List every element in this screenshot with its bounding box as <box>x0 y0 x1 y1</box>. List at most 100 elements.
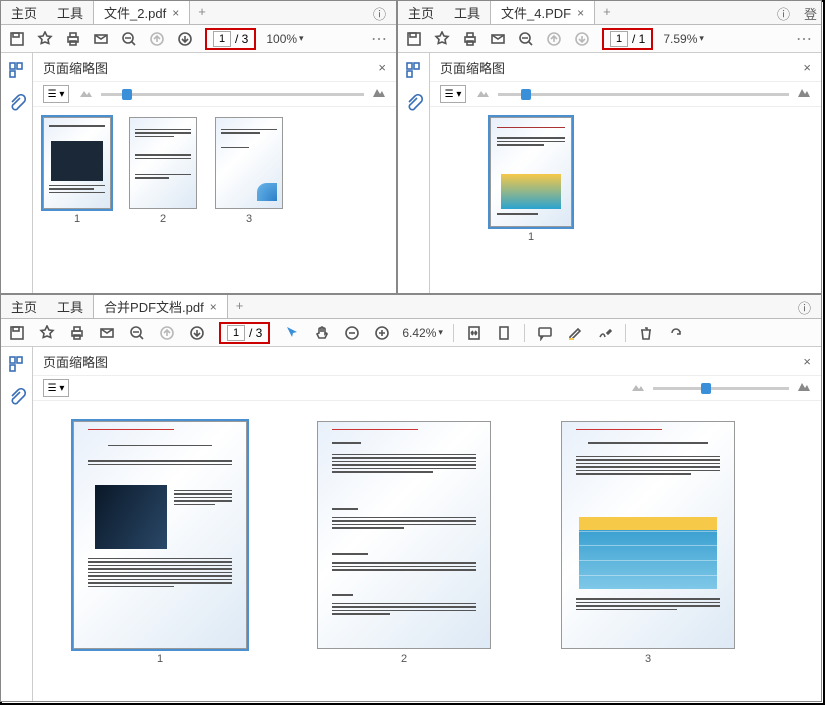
star-icon[interactable] <box>35 29 55 49</box>
delete-icon[interactable] <box>636 323 656 343</box>
attachment-icon[interactable] <box>405 94 423 117</box>
page-input[interactable] <box>610 31 628 47</box>
tab-home[interactable]: 主页 <box>1 1 47 24</box>
thumbnail[interactable]: 1 <box>490 117 572 243</box>
thumbnail[interactable]: 1 <box>73 421 247 665</box>
mail-icon[interactable] <box>91 29 111 49</box>
down-icon[interactable] <box>572 29 592 49</box>
down-icon[interactable] <box>187 323 207 343</box>
mountain-large-icon <box>797 379 811 397</box>
print-icon[interactable] <box>63 29 83 49</box>
tab-home[interactable]: 主页 <box>398 1 444 24</box>
page-total: / 1 <box>632 32 645 46</box>
thumbnail[interactable]: 3 <box>561 421 735 665</box>
panel-title: 页面缩略图 <box>440 58 505 77</box>
account-icon[interactable]: 登 <box>800 1 821 24</box>
up-icon[interactable] <box>147 29 167 49</box>
thumb-size-slider[interactable] <box>631 379 811 397</box>
help-icon[interactable]: ⓘ <box>363 1 396 24</box>
thumb-num: 2 <box>401 653 407 665</box>
print-icon[interactable] <box>67 323 87 343</box>
star-icon[interactable] <box>37 323 57 343</box>
mail-icon[interactable] <box>97 323 117 343</box>
page-input[interactable] <box>227 325 245 341</box>
hand-icon[interactable] <box>312 323 332 343</box>
zoom-select[interactable]: 100%▾ <box>266 32 303 46</box>
star-icon[interactable] <box>432 29 452 49</box>
thumbnails-icon[interactable] <box>8 355 26 378</box>
minus-icon[interactable] <box>342 323 362 343</box>
panel-close-icon[interactable]: × <box>378 60 386 75</box>
highlight-icon[interactable] <box>565 323 585 343</box>
panel-header: 页面缩略图× <box>33 347 821 375</box>
tab-tools[interactable]: 工具 <box>47 1 93 24</box>
close-icon[interactable]: × <box>577 6 584 20</box>
page-total: / 3 <box>249 326 262 340</box>
close-icon[interactable]: × <box>210 300 217 314</box>
thumbnail[interactable]: 2 <box>317 421 491 665</box>
sign-icon[interactable] <box>595 323 615 343</box>
mountain-small-icon <box>79 85 93 103</box>
zoom-value: 7.59% <box>663 32 697 46</box>
panel-tools: ☰ ▾ <box>33 375 821 401</box>
plus-icon[interactable] <box>372 323 392 343</box>
fit-width-icon[interactable] <box>464 323 484 343</box>
zoom-out-icon[interactable] <box>516 29 536 49</box>
panel-header: 页面缩略图 × <box>33 53 396 81</box>
attachment-icon[interactable] <box>8 388 26 411</box>
zoom-out-icon[interactable] <box>119 29 139 49</box>
help-icon[interactable]: ⓘ <box>767 1 800 24</box>
thumbnail[interactable]: 2 <box>129 117 197 225</box>
tab-add[interactable]: + <box>228 295 252 318</box>
thumb-num: 1 <box>157 653 163 665</box>
view-options[interactable]: ☰ ▾ <box>43 85 69 103</box>
thumb-size-slider[interactable] <box>79 85 386 103</box>
tab-tools[interactable]: 工具 <box>47 295 93 318</box>
thumbnail[interactable]: 3 <box>215 117 283 225</box>
print-icon[interactable] <box>460 29 480 49</box>
tab-add[interactable]: + <box>190 1 214 24</box>
save-icon[interactable] <box>7 29 27 49</box>
save-icon[interactable] <box>7 323 27 343</box>
tab-file[interactable]: 文件_4.PDF× <box>490 1 595 24</box>
tab-file[interactable]: 文件_2.pdf× <box>93 1 190 24</box>
mountain-small-icon <box>631 379 645 397</box>
down-icon[interactable] <box>175 29 195 49</box>
tab-add[interactable]: + <box>595 1 619 24</box>
zoom-out-icon[interactable] <box>127 323 147 343</box>
panel-title: 页面缩略图 <box>43 58 108 77</box>
up-icon[interactable] <box>544 29 564 49</box>
up-icon[interactable] <box>157 323 177 343</box>
thumbnail[interactable]: 1 <box>43 117 111 225</box>
close-icon[interactable]: × <box>172 6 179 20</box>
view-options[interactable]: ☰ ▾ <box>440 85 466 103</box>
zoom-select[interactable]: 6.42%▾ <box>402 326 443 340</box>
panel-close-icon[interactable]: × <box>803 60 811 75</box>
mail-icon[interactable] <box>488 29 508 49</box>
toolbar: / 3 100%▾ ⋯ <box>1 25 396 53</box>
zoom-select[interactable]: 7.59%▾ <box>663 32 704 46</box>
thumbnails-icon[interactable] <box>405 61 423 84</box>
thumbnails-icon[interactable] <box>8 61 26 84</box>
tab-file[interactable]: 合并PDF文档.pdf× <box>93 295 228 318</box>
thumb-num: 1 <box>528 231 534 243</box>
sidebar <box>398 53 430 293</box>
tab-tools[interactable]: 工具 <box>444 1 490 24</box>
pointer-icon[interactable] <box>282 323 302 343</box>
zoom-value: 100% <box>266 32 297 46</box>
help-icon[interactable]: ⓘ <box>788 295 821 318</box>
save-icon[interactable] <box>404 29 424 49</box>
view-options[interactable]: ☰ ▾ <box>43 379 69 397</box>
page-indicator: / 3 <box>219 322 270 344</box>
panel-close-icon[interactable]: × <box>803 354 811 369</box>
comment-icon[interactable] <box>535 323 555 343</box>
attachment-icon[interactable] <box>8 94 26 117</box>
thumb-size-slider[interactable] <box>476 85 811 103</box>
page-input[interactable] <box>213 31 231 47</box>
more-icon[interactable]: ⋯ <box>368 29 390 49</box>
fit-page-icon[interactable] <box>494 323 514 343</box>
tab-home[interactable]: 主页 <box>1 295 47 318</box>
more-icon[interactable]: ⋯ <box>793 29 815 49</box>
redo-icon[interactable] <box>666 323 686 343</box>
sidebar <box>1 347 33 701</box>
